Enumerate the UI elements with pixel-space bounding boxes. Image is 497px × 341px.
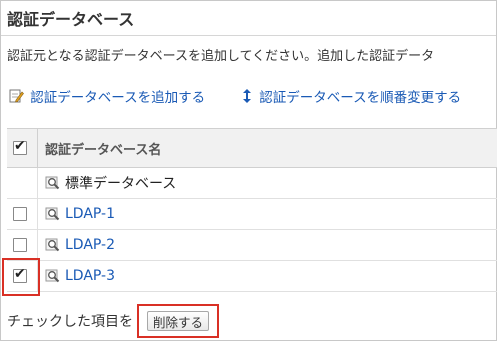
add-database-label: 認証データベースを追加する (30, 90, 206, 106)
table-row: LDAP-2 (7, 230, 497, 261)
table-row: 標準データベース (7, 168, 497, 199)
magnifier-db-icon (45, 175, 61, 191)
row-checkbox-ldap-2[interactable] (13, 238, 27, 252)
reorder-database-link[interactable]: 認証データベースを順番変更する (241, 86, 461, 108)
database-link-ldap-1[interactable]: LDAP-1 (65, 206, 115, 222)
page-frame: 認証データベース 認証元となる認証データベースを追加してください。追加した認証デ… (0, 0, 497, 341)
page-description: 認証元となる認証データベースを追加してください。追加した認証データ (7, 49, 435, 64)
up-down-arrow-icon (241, 88, 253, 108)
delete-button[interactable]: 削除する (147, 311, 209, 331)
delete-button-highlight-box: 削除する (137, 304, 219, 338)
table-header-row: ✔ 認証データベース名 (7, 129, 497, 168)
magnifier-db-icon (45, 268, 61, 284)
database-name: 標準データベース (65, 176, 177, 192)
table-row: ✔ LDAP-3 (7, 261, 497, 292)
title-divider (1, 35, 496, 36)
check-mark-icon: ✔ (14, 138, 26, 154)
database-link-ldap-2[interactable]: LDAP-2 (65, 237, 115, 253)
edit-pencil-icon (8, 88, 24, 108)
table-row: LDAP-1 (7, 199, 497, 230)
checked-items-label: チェックした項目を (7, 314, 133, 330)
reorder-database-label: 認証データベースを順番変更する (259, 90, 462, 106)
header-check-cell: ✔ (7, 129, 38, 167)
checkbox-highlight-box (2, 258, 40, 296)
database-link-ldap-3[interactable]: LDAP-3 (65, 268, 115, 284)
select-all-checkbox[interactable]: ✔ (13, 138, 27, 155)
add-database-link[interactable]: 認証データベースを追加する (8, 86, 205, 108)
column-header-db-name: 認証データベース名 (45, 142, 162, 158)
page-title: 認証データベース (7, 10, 135, 29)
magnifier-db-icon (45, 206, 61, 222)
row-checkbox-ldap-1[interactable] (13, 207, 27, 221)
magnifier-db-icon (45, 237, 61, 253)
database-table: ✔ 認証データベース名 標準データベース LDAP-1 LDAP-2 ✔ LDA… (7, 128, 497, 292)
